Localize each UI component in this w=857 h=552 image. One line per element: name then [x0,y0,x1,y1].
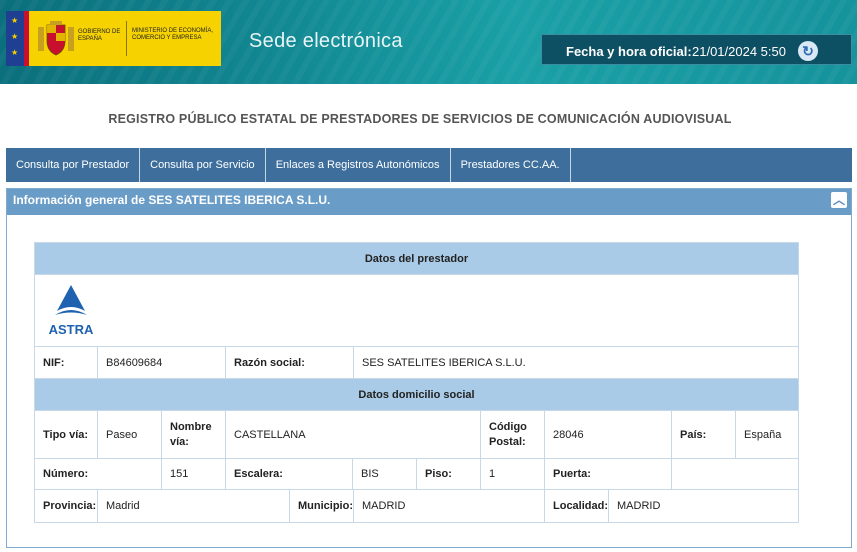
numero-label: Número: [35,459,162,489]
municipio-label: Municipio: [290,490,354,522]
tab-enlaces-registros[interactable]: Enlaces a Registros Autonómicos [266,148,451,182]
tipo-via-label: Tipo vía: [35,411,98,458]
clock-value: 21/01/2024 5:50 [692,44,786,59]
codigo-postal-value: 28046 [545,411,672,458]
clock-label: Fecha y hora oficial: [566,44,692,59]
domicilio-row-1: Tipo vía: Paseo Nombre vía: CASTELLANA C… [35,411,798,459]
localidad-value: MADRID [617,500,661,512]
nombre-via-label: Nombre vía: [162,411,226,458]
domicilio-row-3: Provincia: Madrid Municipio: MADRID Loca… [35,490,798,522]
gobierno-text: GOBIERNO DE ESPAÑA [78,29,121,42]
section-datos-domicilio: Datos domicilio social [35,379,798,411]
tab-consulta-servicio[interactable]: Consulta por Servicio [140,148,266,182]
page-title: REGISTRO PÚBLICO ESTATAL DE PRESTADORES … [108,112,732,126]
codigo-postal-label: Código Postal: [481,411,545,458]
nombre-via-value: CASTELLANA [226,411,481,458]
piso-value: 1 [481,459,545,489]
site-header: ★ ★ ★ GOBIERNO DE ESPAÑA MINISTERIO DE E… [0,0,857,84]
eu-flag-icon: ★ ★ ★ [6,11,24,66]
nif-value: B84609684 [98,347,226,378]
tab-prestadores-ccaa[interactable]: Prestadores CC.AA. [451,148,571,182]
astra-logo-text: ASTRA [49,322,94,337]
nif-label: NIF: [35,347,98,378]
escalera-value: BIS [353,459,417,489]
official-clock: Fecha y hora oficial: 21/01/2024 5:50 ↻ [541,34,852,65]
chevron-up-icon[interactable]: ︿ [831,192,847,208]
escalera-label: Escalera: [226,459,353,489]
main-nav: Consulta por Prestador Consulta por Serv… [6,148,852,182]
prestador-logo-row: ASTRA [35,275,798,347]
coat-of-arms-icon [38,21,74,56]
puerta-value [672,459,798,489]
numero-value: 151 [162,459,226,489]
municipio-value: MADRID [354,490,545,522]
puerta-label: Puerta: [545,459,672,489]
astra-logo: ASTRA [49,285,94,337]
panel-title: Información general de SES SATELITES IBE… [13,193,331,207]
razon-social-label: Razón social: [226,347,354,378]
localidad-label: Localidad: [545,490,609,522]
refresh-icon[interactable]: ↻ [798,41,818,61]
prestador-table: Datos del prestador ASTRA NIF: B84609684… [34,242,799,523]
provincia-value: Madrid [98,490,290,522]
ministerio-text: MINISTERIO DE ECONOMÍA, COMERCIO Y EMPRE… [132,28,214,41]
tipo-via-value: Paseo [98,411,162,458]
panel-header[interactable]: Información general de SES SATELITES IBE… [7,189,851,215]
section-datos-prestador: Datos del prestador [35,243,798,275]
pais-value: España [744,428,782,441]
government-logo[interactable]: ★ ★ ★ GOBIERNO DE ESPAÑA MINISTERIO DE E… [6,11,221,66]
sede-electronica-title[interactable]: Sede electrónica [249,30,403,53]
razon-social-value: SES SATELITES IBERICA S.L.U. [362,356,526,369]
domicilio-row-2: Número: 151 Escalera: BIS Piso: 1 Puerta… [35,459,798,490]
piso-label: Piso: [417,459,481,489]
provincia-label: Provincia: [35,490,98,522]
tab-consulta-prestador[interactable]: Consulta por Prestador [6,148,141,182]
pais-label: País: [672,411,736,458]
prestador-row: NIF: B84609684 Razón social: SES SATELIT… [35,347,798,379]
